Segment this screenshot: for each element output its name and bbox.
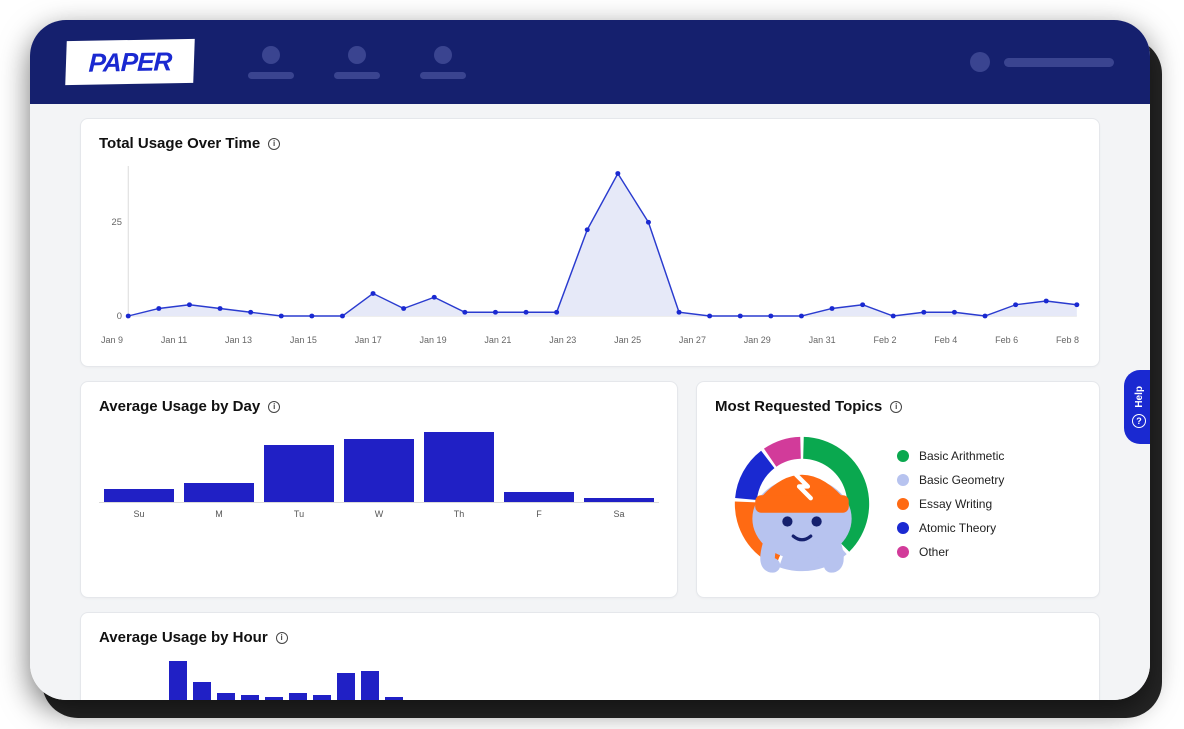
hour-bar xyxy=(265,697,283,700)
hour-bar xyxy=(217,693,235,700)
day-bar xyxy=(104,489,174,502)
hour-bar xyxy=(385,697,403,700)
legend-swatch xyxy=(897,522,909,534)
dashboard-content: Total Usage Over Time i 0 25 Jan 9 Jan 11 J… xyxy=(30,104,1150,700)
day-bar xyxy=(264,445,334,502)
hour-bar xyxy=(289,693,307,700)
x-tick-label: Jan 21 xyxy=(484,335,511,345)
nav-item-1[interactable] xyxy=(248,46,294,79)
card-usage-by-day: Average Usage by Day i SuMTuWThFSa xyxy=(80,381,678,598)
chart-topics-donut xyxy=(729,431,875,577)
x-tick-label: Jan 31 xyxy=(809,335,836,345)
hour-bar xyxy=(337,673,355,700)
top-nav: PAPER xyxy=(30,20,1150,104)
title-usage-by-day: Average Usage by Day xyxy=(99,398,260,415)
legend-item: Other xyxy=(897,545,1004,559)
day-label: Tu xyxy=(259,509,339,519)
x-tick-label: Feb 4 xyxy=(934,335,957,345)
nav-group xyxy=(248,46,466,79)
x-tick-label: Jan 25 xyxy=(614,335,641,345)
info-icon[interactable]: i xyxy=(890,401,902,413)
legend-label: Basic Arithmetic xyxy=(919,449,1004,463)
day-label: M xyxy=(179,509,259,519)
help-label: Help xyxy=(1134,386,1145,408)
day-label: Su xyxy=(99,509,179,519)
device-frame: PAPER Total Usage Over Time i 0 25 Jan 9 J… xyxy=(30,20,1150,700)
legend-label: Other xyxy=(919,545,949,559)
day-label: F xyxy=(499,509,579,519)
hour-bar xyxy=(361,671,379,701)
card-usage-over-time: Total Usage Over Time i 0 25 Jan 9 Jan 11 J… xyxy=(80,118,1100,367)
help-tab[interactable]: Help ? xyxy=(1124,370,1150,444)
x-tick-label: Jan 11 xyxy=(161,335,187,345)
mascot-icon xyxy=(729,431,875,577)
x-tick-label: Jan 23 xyxy=(549,335,576,345)
day-bar xyxy=(424,432,494,502)
help-icon: ? xyxy=(1132,414,1146,428)
day-bar xyxy=(344,439,414,502)
legend-swatch xyxy=(897,450,909,462)
card-topics: Most Requested Topics i xyxy=(696,381,1100,598)
title-usage-by-hour: Average Usage by Hour xyxy=(99,629,268,646)
x-tick-label: Jan 27 xyxy=(679,335,706,345)
chart-usage-by-hour xyxy=(99,654,1081,700)
svg-text:0: 0 xyxy=(117,311,122,321)
legend-item: Basic Geometry xyxy=(897,473,1004,487)
legend-swatch xyxy=(897,474,909,486)
hour-bar xyxy=(313,695,331,700)
x-tick-label: Jan 17 xyxy=(355,335,382,345)
info-icon[interactable]: i xyxy=(276,632,288,644)
x-tick-label: Jan 15 xyxy=(290,335,317,345)
svg-text:25: 25 xyxy=(112,217,122,227)
legend-swatch xyxy=(897,498,909,510)
day-label: Sa xyxy=(579,509,659,519)
card-usage-by-hour: Average Usage by Hour i xyxy=(80,612,1100,700)
legend-label: Essay Writing xyxy=(919,497,992,511)
legend-item: Atomic Theory xyxy=(897,521,1004,535)
day-bar xyxy=(184,483,254,502)
legend-item: Basic Arithmetic xyxy=(897,449,1004,463)
user-placeholder xyxy=(1004,58,1114,67)
x-tick-label: Feb 2 xyxy=(873,335,896,345)
topics-legend: Basic Arithmetic Basic Geometry Essay Writ… xyxy=(897,449,1004,559)
hour-bar xyxy=(169,661,187,700)
brand-logo[interactable]: PAPER xyxy=(65,39,195,85)
legend-item: Essay Writing xyxy=(897,497,1004,511)
title-usage-over-time: Total Usage Over Time xyxy=(99,135,260,152)
x-tick-label: Jan 9 xyxy=(101,335,123,345)
info-icon[interactable]: i xyxy=(268,401,280,413)
title-topics: Most Requested Topics xyxy=(715,398,882,415)
x-tick-label: Jan 13 xyxy=(225,335,252,345)
x-tick-label: Feb 6 xyxy=(995,335,1018,345)
legend-label: Atomic Theory xyxy=(919,521,996,535)
nav-item-2[interactable] xyxy=(334,46,380,79)
user-menu[interactable] xyxy=(970,52,1114,72)
info-icon[interactable]: i xyxy=(268,138,280,150)
day-label: W xyxy=(339,509,419,519)
hour-bar xyxy=(241,695,259,700)
x-tick-label: Jan 29 xyxy=(744,335,771,345)
day-bar xyxy=(584,498,654,502)
day-bar xyxy=(504,492,574,502)
avatar-icon xyxy=(970,52,990,72)
chart-usage-over-time: 0 25 Jan 9 Jan 11 Jan 13 Jan 15 Jan 17 Jan 19 J… xyxy=(99,160,1081,350)
hour-bar xyxy=(193,682,211,700)
x-tick-label: Feb 8 xyxy=(1056,335,1079,345)
x-tick-label: Jan 19 xyxy=(420,335,447,345)
legend-label: Basic Geometry xyxy=(919,473,1004,487)
legend-swatch xyxy=(897,546,909,558)
day-label: Th xyxy=(419,509,499,519)
brand-logo-text: PAPER xyxy=(88,46,172,78)
nav-item-3[interactable] xyxy=(420,46,466,79)
chart-usage-by-day xyxy=(99,423,659,503)
